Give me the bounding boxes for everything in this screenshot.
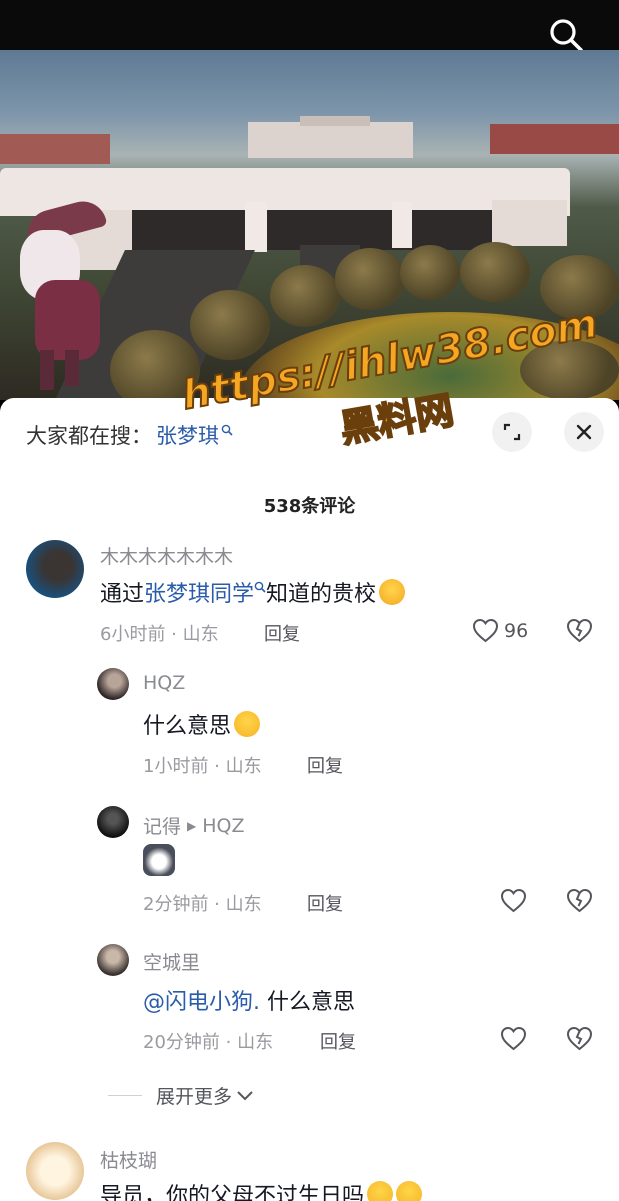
laughing-emoji-icon [379,579,406,605]
like-button[interactable] [500,1026,527,1051]
broken-heart-icon [566,888,593,913]
expand-button[interactable] [492,412,532,452]
dislike-button[interactable] [566,618,593,647]
close-icon [576,424,592,440]
close-button[interactable] [564,412,604,452]
comment-meta: 6小时前 · 山东 [100,624,219,645]
heart-icon [472,618,499,643]
reply-button[interactable]: 回复 [320,1028,356,1054]
comment-username[interactable]: 枯枝瑚 [100,1146,157,1173]
dislike-button[interactable] [566,1026,593,1055]
dog-sticker-icon [143,844,175,876]
reply-username: 记得 ▶ HQZ [143,812,245,839]
avatar[interactable] [97,806,129,838]
shocked-emoji-icon [396,1181,423,1201]
expand-icon [503,423,521,441]
top-bar [0,0,619,52]
comment-text-part: 知道的贵校 [266,582,377,607]
like-count: 96 [504,619,529,642]
video-preview[interactable] [0,50,619,400]
comment-count: 538条评论 [263,496,356,517]
reply-meta: 1小时前 · 山东 [143,756,262,777]
trending-search[interactable]: 大家都在搜： 张梦琪 [26,420,233,450]
comments-sheet: 大家都在搜： 张梦琪 538条评论 木木木木木木木 通过 张梦琪同学 知道的贵校 [0,398,619,1201]
expand-more-label: 展开更多 [156,1086,233,1108]
avatar[interactable] [26,540,84,598]
reply-target-user[interactable]: HQZ [202,815,244,837]
character-sticker [5,196,125,395]
heart-icon [500,1026,527,1051]
comment-username[interactable]: 木木木木木木木 [100,542,233,569]
reply-meta: 2分钟前 · 山东 [143,894,262,915]
comment-text: 通过 张梦琪同学 知道的贵校 [100,576,406,608]
broken-heart-icon [566,618,593,643]
comment-mention[interactable]: 张梦琪同学 [144,576,254,608]
trending-label: 大家都在搜： [26,424,152,448]
dislike-button[interactable] [566,888,593,917]
reply-button[interactable]: 回复 [307,890,343,916]
avatar[interactable] [97,944,129,976]
search-icon [254,581,266,593]
heart-icon [500,888,527,913]
comment-text: 导员，你的父母不过生日吗 [100,1178,423,1201]
avatar[interactable] [97,668,129,700]
trending-keyword[interactable]: 张梦琪 [156,420,219,450]
reply-username[interactable]: 空城里 [143,948,200,975]
search-icon [221,424,233,436]
reply-text-part: 什么意思 [143,714,232,739]
reply-user-link[interactable]: 记得 [143,812,181,839]
chevron-down-icon [237,1090,253,1100]
reply-mention[interactable]: @闪电小狗. [143,984,260,1016]
reply-meta: 20分钟前 · 山东 [143,1032,274,1053]
search-icon[interactable] [549,18,583,52]
reply-button[interactable]: 回复 [307,752,343,778]
comment-text-part: 通过 [100,582,145,607]
expand-more-button[interactable]: 展开更多 [108,1082,254,1109]
broken-heart-icon [566,1026,593,1051]
like-button[interactable]: 96 [472,618,528,643]
reply-button[interactable]: 回复 [264,620,300,646]
reply-text-part: 什么意思 [260,990,355,1015]
avatar[interactable] [26,1142,84,1200]
like-button[interactable] [500,888,527,913]
reply-text: @闪电小狗. 什么意思 [143,984,355,1016]
reply-username[interactable]: HQZ [143,672,185,694]
shocked-emoji-icon [367,1181,394,1201]
shocked-emoji-icon [234,711,261,737]
divider [108,1095,142,1096]
comment-text-part: 导员，你的父母不过生日吗 [100,1184,365,1201]
reply-text: 什么意思 [143,708,261,740]
